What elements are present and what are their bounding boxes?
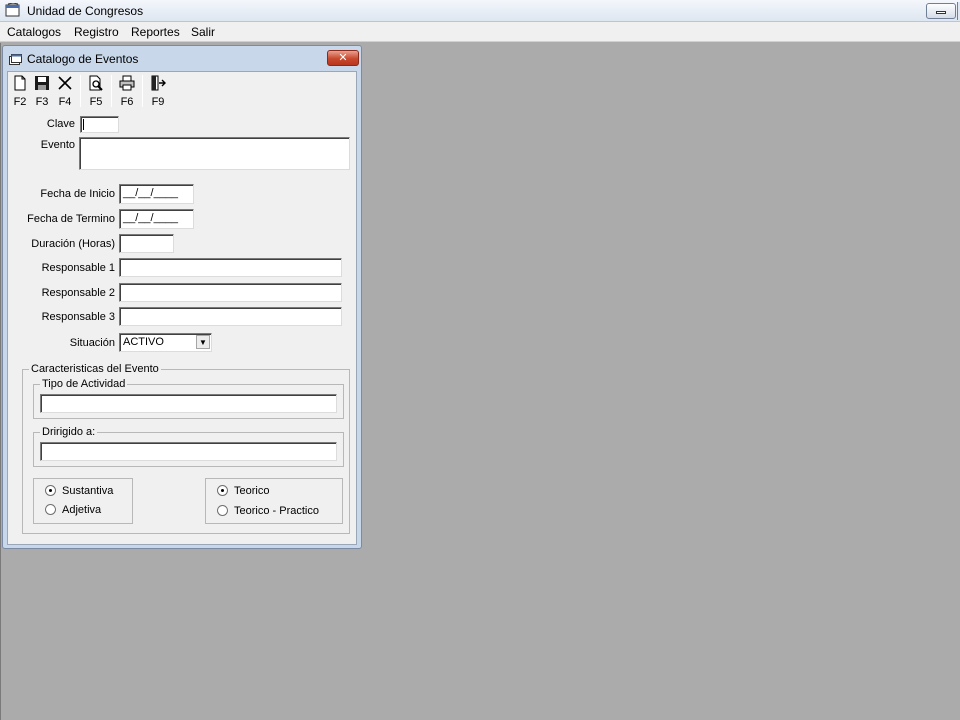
menu-reportes[interactable]: Reportes bbox=[131, 25, 180, 39]
radio-button[interactable] bbox=[45, 485, 56, 496]
shortcut-label: F6 bbox=[120, 96, 134, 108]
caracteristicas-title: Caracteristicas del Evento bbox=[29, 363, 161, 375]
catalogo-eventos-window: Catalogo de Eventos ✕ F2 F3 F4 F5 F6 F9 … bbox=[2, 45, 362, 549]
responsable3-label: Responsable 3 bbox=[41, 311, 115, 323]
new-button[interactable]: F2 bbox=[10, 75, 30, 109]
window-icon bbox=[9, 54, 22, 65]
tipo-actividad-input[interactable] bbox=[40, 394, 337, 413]
save-button[interactable]: F3 bbox=[32, 75, 52, 109]
responsable1-input[interactable] bbox=[119, 258, 342, 277]
shortcut-label: F5 bbox=[89, 96, 103, 108]
responsable3-input[interactable] bbox=[119, 307, 342, 326]
dirigido-groupbox: Dririgido a: bbox=[33, 426, 344, 467]
window-icon bbox=[5, 3, 20, 17]
radio-teorico[interactable]: Teorico bbox=[217, 485, 269, 497]
menu-catalogos[interactable]: Catalogos bbox=[7, 25, 61, 39]
tipo-actividad-label: Tipo de Actividad bbox=[40, 378, 128, 390]
preview-button[interactable]: F5 bbox=[86, 75, 106, 109]
fecha-inicio-label: Fecha de Inicio bbox=[40, 188, 115, 200]
dirigido-input[interactable] bbox=[40, 442, 337, 461]
exit-button[interactable]: F9 bbox=[148, 75, 168, 109]
shortcut-label: F2 bbox=[13, 96, 27, 108]
radio-teorico-practico[interactable]: Teorico - Practico bbox=[217, 505, 319, 517]
child-window-title: Catalogo de Eventos bbox=[27, 52, 139, 66]
radio-button[interactable] bbox=[217, 485, 228, 496]
exit-door-icon bbox=[151, 75, 166, 91]
save-icon bbox=[35, 76, 49, 90]
situacion-label: Situación bbox=[69, 337, 115, 349]
delete-x-icon bbox=[58, 76, 72, 90]
radio-button[interactable] bbox=[217, 505, 228, 516]
print-button[interactable]: F6 bbox=[117, 75, 137, 109]
radio-group-tipo: Sustantiva Adjetiva bbox=[33, 478, 133, 524]
minimize-button[interactable] bbox=[926, 3, 956, 19]
situacion-select[interactable]: ACTIVO ▼ bbox=[119, 333, 212, 352]
toolbar-separator bbox=[111, 75, 112, 107]
evento-label: Evento bbox=[40, 139, 75, 151]
evento-input[interactable] bbox=[79, 137, 350, 170]
clave-input[interactable] bbox=[80, 116, 119, 133]
chevron-down-icon[interactable]: ▼ bbox=[196, 335, 210, 349]
responsable2-label: Responsable 2 bbox=[41, 287, 115, 299]
delete-button[interactable]: F4 bbox=[55, 75, 75, 109]
duracion-input[interactable] bbox=[119, 234, 174, 253]
radio-sustantiva[interactable]: Sustantiva bbox=[45, 485, 113, 497]
text-cursor bbox=[83, 119, 84, 130]
new-document-icon bbox=[14, 75, 26, 91]
app-title: Unidad de Congresos bbox=[27, 4, 144, 18]
fecha-inicio-input[interactable]: __/__/____ bbox=[119, 184, 194, 204]
tipo-actividad-groupbox: Tipo de Actividad bbox=[33, 378, 344, 419]
window-body: F2 F3 F4 F5 F6 F9 Clave Evento Fecha de … bbox=[7, 71, 357, 545]
duracion-label: Duración (Horas) bbox=[31, 238, 115, 250]
minimize-icon bbox=[936, 11, 946, 14]
responsable2-input[interactable] bbox=[119, 283, 342, 302]
print-icon bbox=[119, 75, 135, 91]
toolbar-separator bbox=[80, 75, 81, 107]
preview-search-icon bbox=[89, 75, 103, 91]
radio-button[interactable] bbox=[45, 504, 56, 515]
caracteristicas-groupbox: Caracteristicas del Evento Tipo de Activ… bbox=[22, 363, 350, 534]
close-icon: ✕ bbox=[338, 52, 348, 64]
menu-registro[interactable]: Registro bbox=[74, 25, 119, 39]
shortcut-label: F9 bbox=[151, 96, 165, 108]
dirigido-label: Dririgido a: bbox=[40, 426, 98, 438]
radio-adjetiva[interactable]: Adjetiva bbox=[45, 504, 101, 516]
menu-salir[interactable]: Salir bbox=[191, 25, 215, 39]
fecha-termino-input[interactable]: __/__/____ bbox=[119, 209, 194, 229]
close-button[interactable]: ✕ bbox=[327, 50, 359, 66]
clave-label: Clave bbox=[46, 118, 75, 130]
app-titlebar: Unidad de Congresos bbox=[0, 0, 960, 22]
responsable1-label: Responsable 1 bbox=[41, 262, 115, 274]
menubar: Catalogos Registro Reportes Salir bbox=[0, 22, 960, 42]
radio-group-modalidad: Teorico Teorico - Practico bbox=[205, 478, 343, 524]
toolbar-separator bbox=[142, 75, 143, 107]
fecha-termino-label: Fecha de Termino bbox=[27, 213, 115, 225]
shortcut-label: F3 bbox=[35, 96, 49, 108]
shortcut-label: F4 bbox=[58, 96, 72, 108]
